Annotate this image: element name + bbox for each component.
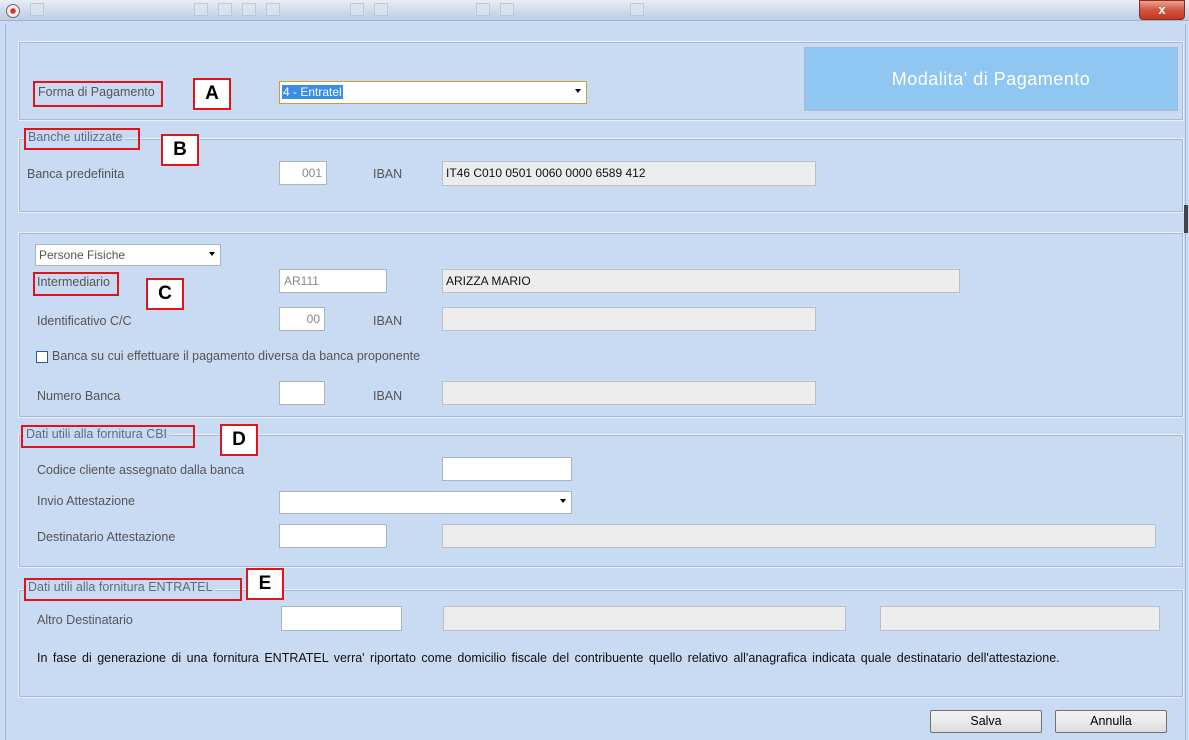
other-recipient-code-field[interactable] <box>281 606 402 631</box>
toolbar-icon <box>218 3 232 16</box>
different-bank-checkbox[interactable] <box>36 351 48 363</box>
other-recipient-name-field <box>443 606 846 631</box>
scrollbar-edge <box>1184 205 1188 233</box>
payment-form-select[interactable]: 4 - Entratel <box>279 81 587 104</box>
default-bank-field[interactable]: 001 <box>279 161 327 185</box>
payment-form-label: Forma di Pagamento <box>38 85 155 99</box>
cbi-group-title: Dati utili alla fornitura CBI <box>24 427 170 441</box>
toolbar-icon <box>500 3 514 16</box>
intermediary-label: Intermediario <box>37 275 110 289</box>
chevron-down-icon <box>575 89 581 93</box>
account-id-label: Identificativo C/C <box>37 314 132 328</box>
bank-number-label: Numero Banca <box>37 389 121 403</box>
other-recipient-label: Altro Destinatario <box>37 613 133 627</box>
chevron-down-icon <box>209 252 215 256</box>
attestation-recipient-name-field <box>442 524 1156 548</box>
attestation-recipient-code-field[interactable] <box>279 524 387 548</box>
marker-a: A <box>193 78 231 110</box>
toolbar-icon <box>242 3 256 16</box>
intermediary-name-field: ARIZZA MARIO <box>442 269 960 293</box>
toolbar-icon <box>630 3 644 16</box>
client-code-field[interactable] <box>442 457 572 481</box>
marker-c: C <box>146 278 184 310</box>
marker-e: E <box>246 568 284 600</box>
iban-field: IT46 C010 0501 0060 0000 6589 412 <box>442 161 816 186</box>
attestation-send-label: Invio Attestazione <box>37 494 135 508</box>
payment-form-value: 4 - Entratel <box>282 85 343 99</box>
bank-number-field[interactable] <box>279 381 325 405</box>
entratel-group-title: Dati utili alla fornitura ENTRATEL <box>26 580 215 594</box>
cancel-button[interactable]: Annulla <box>1055 710 1167 733</box>
chevron-down-icon <box>560 499 566 503</box>
banks-group-title: Banche utilizzate <box>26 130 125 144</box>
toolbar-icon <box>194 3 208 16</box>
different-bank-label[interactable]: Banca su cui effettuare il pagamento div… <box>52 349 420 363</box>
toolbar-icon <box>30 3 44 16</box>
page-title: Modalita' di Pagamento <box>804 47 1178 111</box>
client-code-label: Codice cliente assegnato dalla banca <box>37 463 245 477</box>
entratel-note: In fase di generazione di una fornitura … <box>37 651 1060 665</box>
intermediary-code-field[interactable]: AR111 <box>279 269 387 293</box>
account-id-field[interactable]: 00 <box>279 307 325 331</box>
iban2-field <box>442 381 816 405</box>
close-button[interactable]: x <box>1139 0 1185 20</box>
default-bank-label: Banca predefinita <box>27 167 125 181</box>
title-bar <box>0 0 1189 21</box>
attestation-send-select[interactable] <box>279 491 572 514</box>
person-type-value: Persone Fisiche <box>39 248 126 262</box>
toolbar-icon <box>266 3 280 16</box>
other-recipient-extra-field <box>880 606 1160 631</box>
toolbar-icon <box>476 3 490 16</box>
toolbar-icon <box>350 3 364 16</box>
iban2-label: IBAN <box>373 389 403 403</box>
attestation-recipient-label: Destinatario Attestazione <box>37 530 176 544</box>
marker-d: D <box>220 424 258 456</box>
iban-label: IBAN <box>373 314 403 328</box>
marker-b: B <box>161 134 199 166</box>
close-icon: x <box>1158 2 1166 17</box>
person-type-select[interactable]: Persone Fisiche <box>35 244 221 266</box>
save-button[interactable]: Salva <box>930 710 1042 733</box>
iban-label: IBAN <box>373 167 403 181</box>
toolbar-icon <box>374 3 388 16</box>
app-icon[interactable] <box>6 4 20 18</box>
iban-field <box>442 307 816 331</box>
